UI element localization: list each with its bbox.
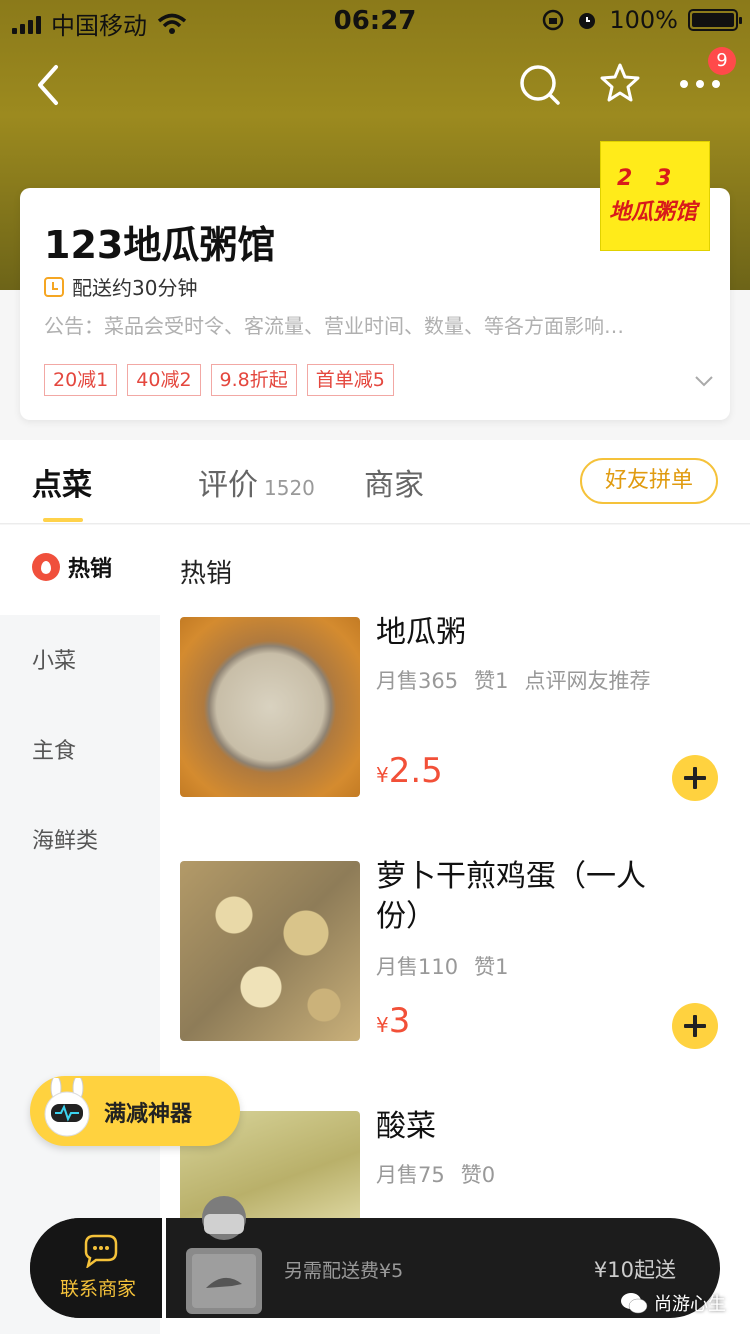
- clock-icon: [44, 276, 64, 297]
- back-arrow-icon[interactable]: [30, 61, 70, 109]
- courier-cart-icon[interactable]: [178, 1192, 270, 1318]
- likes: 赞0: [460, 1163, 496, 1187]
- promo-tag: 20减1: [44, 364, 118, 396]
- likes: 赞1: [474, 669, 509, 693]
- wechat-icon: [621, 1293, 648, 1314]
- chat-icon: [84, 1234, 118, 1268]
- dish-item[interactable]: 地瓜粥 月售365 赞1 点评网友推荐 ¥2.5: [180, 615, 730, 807]
- fire-icon: [32, 553, 60, 581]
- dish-item[interactable]: 萝卜干煎鸡蛋（一人份） 月售110 赞1 ¥3: [180, 859, 730, 1051]
- price-value: 2.5: [388, 751, 443, 791]
- tab-bar: 点菜 评价 1520 商家 好友拼单: [0, 440, 750, 524]
- rotation-lock-icon: [543, 9, 564, 31]
- discount-helper-label: 满减神器: [104, 1102, 193, 1127]
- notification-badge: 9: [708, 47, 736, 75]
- promo-tag: 9.8折起: [210, 364, 297, 396]
- tab-order[interactable]: 点菜: [32, 460, 92, 504]
- store-logo-line2: 地瓜粥馆: [609, 200, 698, 225]
- chevron-down-icon[interactable]: [693, 370, 715, 392]
- navigation-bar: 9: [0, 47, 750, 115]
- dish-meta: 月售365 赞1 点评网友推荐: [376, 665, 666, 695]
- watermark-text: 尚游心生: [654, 1294, 726, 1315]
- dish-image[interactable]: [180, 861, 360, 1041]
- status-bar: 中国移动 06:27 100%: [0, 0, 750, 40]
- search-icon[interactable]: [518, 63, 562, 107]
- tab-reviews[interactable]: 评价 1520: [198, 460, 315, 504]
- currency-symbol: ¥: [376, 763, 389, 787]
- sidebar-item-seafood[interactable]: 海鲜类: [32, 823, 98, 855]
- add-to-cart-button[interactable]: [672, 1003, 718, 1049]
- monthly-sales: 月售365: [376, 669, 459, 693]
- store-logo-line1: 2 3: [617, 166, 680, 191]
- battery-icon: [688, 9, 742, 31]
- dish-name: 地瓜粥: [376, 615, 466, 650]
- promo-tag: 首单减5: [306, 364, 394, 396]
- dish-image[interactable]: [180, 617, 360, 797]
- dish-meta: 月售110 赞1: [376, 951, 524, 981]
- dish-price: ¥2.5: [376, 751, 443, 791]
- tab-reviews-count: 1520: [264, 476, 315, 500]
- robot-mascot-icon: [44, 1078, 90, 1137]
- contact-merchant-label: 联系商家: [59, 1278, 136, 1300]
- discount-helper-button[interactable]: 满减神器: [30, 1076, 240, 1146]
- store-name: 123地瓜粥馆: [44, 223, 276, 267]
- active-tab-indicator: [43, 518, 83, 522]
- sidebar-item-side-dishes[interactable]: 小菜: [32, 643, 76, 675]
- dish-name: 萝卜干煎鸡蛋（一人份）: [376, 859, 646, 934]
- promo-tag: 40减2: [127, 364, 201, 396]
- monthly-sales: 月售110: [376, 955, 459, 979]
- status-right: 100%: [541, 6, 742, 34]
- battery-percent: 100%: [609, 6, 678, 34]
- dish-tag: 点评网友推荐: [524, 669, 651, 693]
- tab-reviews-label: 评价: [198, 468, 258, 503]
- store-notice: 公告：菜品会受时令、客流量、营业时间、数量、等各方面影响…: [44, 314, 624, 338]
- delivery-time-row: 配送约30分钟: [44, 272, 197, 301]
- promotion-tags: 20减1 40减2 9.8折起 首单减5: [44, 364, 394, 396]
- sidebar-item-label: 热销: [68, 557, 113, 582]
- tab-merchant[interactable]: 商家: [364, 460, 424, 504]
- contact-merchant-button[interactable]: 联系商家: [30, 1218, 166, 1318]
- delivery-fee: 另需配送费¥5: [284, 1260, 404, 1282]
- price-value: 3: [388, 1001, 411, 1041]
- delivery-time: 配送约30分钟: [72, 276, 198, 300]
- cart-bar[interactable]: 联系商家 另需配送费¥5 ¥10起送: [30, 1218, 720, 1318]
- sidebar-item-staple[interactable]: 主食: [32, 733, 76, 765]
- group-order-button[interactable]: 好友拼单: [580, 458, 718, 504]
- store-logo: 2 3 地瓜粥馆: [600, 141, 710, 251]
- alarm-icon: [579, 13, 596, 29]
- watermark: 尚游心生: [620, 1290, 726, 1316]
- dish-meta: 月售75 赞0: [376, 1159, 511, 1189]
- add-to-cart-button[interactable]: [672, 755, 718, 801]
- star-icon[interactable]: [598, 61, 642, 105]
- section-title: 热销: [180, 559, 233, 589]
- likes: 赞1: [474, 955, 509, 979]
- monthly-sales: 月售75: [376, 1163, 445, 1187]
- minimum-order: ¥10起送: [593, 1258, 676, 1282]
- store-info-card[interactable]: 123地瓜粥馆 2 3 地瓜粥馆 配送约30分钟 公告：菜品会受时令、客流量、营…: [20, 141, 730, 420]
- sidebar-item-hot[interactable]: 热销: [32, 551, 112, 583]
- menu-content: 热销 热销 小菜 主食 海鲜类 地瓜粥 月售365 赞1 点评网友推荐 ¥2.5 萝…: [0, 525, 750, 1334]
- dish-name: 酸菜: [376, 1109, 436, 1144]
- currency-symbol: ¥: [376, 1013, 389, 1037]
- dish-price: ¥3: [376, 1001, 410, 1041]
